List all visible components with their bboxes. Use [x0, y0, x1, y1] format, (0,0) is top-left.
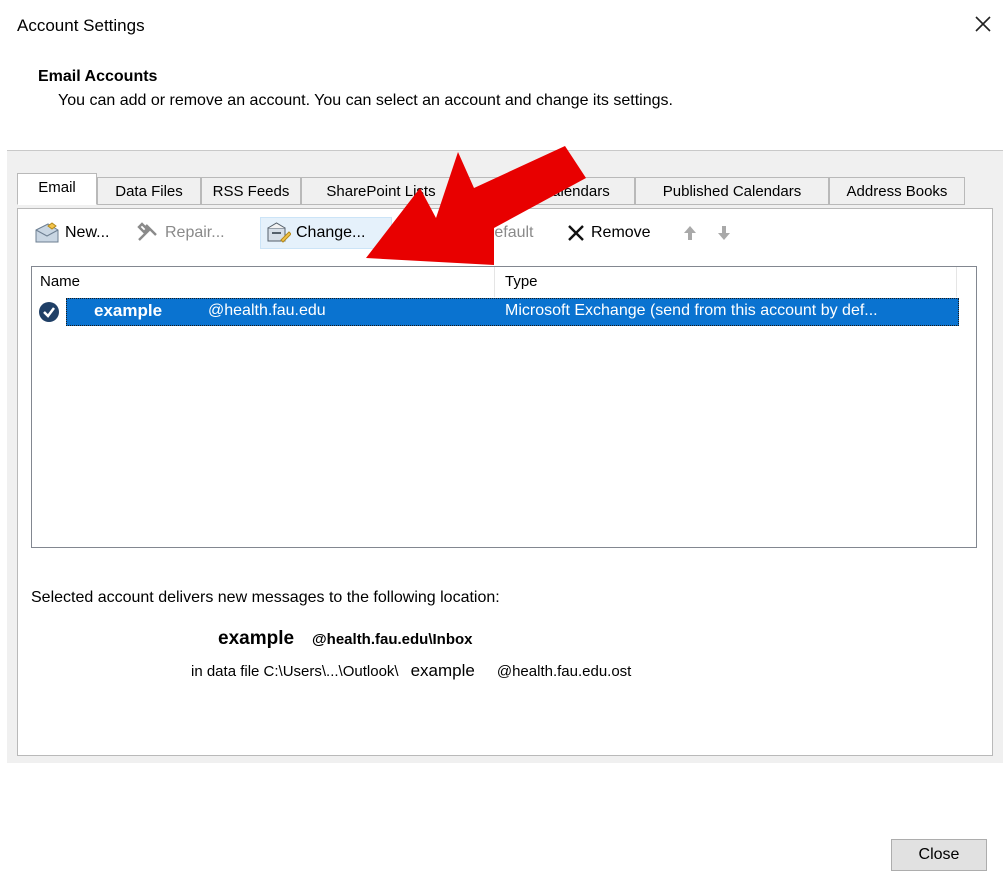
column-header-name[interactable]: Name [40, 273, 80, 290]
set-as-default-label: Set as Default [433, 224, 534, 241]
account-domain: @health.fau.edu [208, 302, 326, 319]
delivery-inbox: example @health.fau.edu\Inbox [218, 628, 473, 650]
column-divider[interactable] [494, 267, 495, 297]
remove-icon [568, 225, 584, 241]
tab-data-files[interactable]: Data Files [97, 177, 201, 205]
repair-button-label: Repair... [165, 224, 225, 241]
new-button[interactable]: New... [30, 217, 113, 249]
repair-button[interactable]: Repair... [132, 217, 229, 249]
column-header-type[interactable]: Type [505, 273, 538, 290]
arrow-up-icon [684, 226, 696, 240]
remove-button-label: Remove [591, 224, 651, 241]
change-button-label: Change... [296, 224, 366, 241]
set-as-default-button[interactable]: Set as Default [404, 217, 538, 249]
arrow-down-icon [718, 226, 730, 240]
inbox-account-name: example [218, 628, 295, 649]
datafile-name: example [410, 661, 475, 680]
section-description: You can add or remove an account. You ca… [58, 92, 673, 109]
default-account-check-icon [39, 302, 59, 322]
email-tab-panel: New... Repair... Change... Set as Defaul… [17, 208, 993, 871]
tab-email[interactable]: Email [17, 173, 97, 205]
column-divider-end [956, 267, 957, 297]
list-item[interactable]: example @health.fau.edu Microsoft Exchan… [36, 298, 959, 326]
inbox-path: @health.fau.edu\Inbox [312, 631, 473, 648]
tab-address-books[interactable]: Address Books [829, 177, 965, 205]
datafile-suffix: @health.fau.edu.ost [496, 663, 632, 680]
move-up-button[interactable] [678, 217, 702, 249]
delivery-caption: Selected account delivers new messages t… [31, 589, 500, 606]
account-type: Microsoft Exchange (send from this accou… [505, 302, 878, 319]
section-title: Email Accounts [38, 68, 158, 85]
datafile-prefix: in data file C:\Users\...\Outlook\ [191, 663, 399, 680]
new-account-icon [35, 222, 59, 243]
tab-published-calendars[interactable]: Published Calendars [635, 177, 829, 205]
list-header: Name Type [32, 267, 976, 297]
dialog-title: Account Settings [17, 16, 145, 35]
tab-internet-calendars[interactable]: Internet Calendars [461, 177, 635, 205]
account-name: example [94, 301, 163, 320]
move-down-button[interactable] [712, 217, 736, 249]
repair-icon [137, 222, 157, 241]
account-settings-panel: Email Data Files RSS Feeds SharePoint Li… [7, 150, 1003, 871]
close-icon[interactable] [970, 11, 996, 37]
change-button[interactable]: Change... [260, 217, 392, 249]
tab-rss-feeds[interactable]: RSS Feeds [201, 177, 301, 205]
tab-sharepoint-lists[interactable]: SharePoint Lists [301, 177, 461, 205]
delivery-datafile: in data file C:\Users\...\Outlook\ exampl… [191, 661, 631, 681]
remove-button[interactable]: Remove [562, 217, 655, 249]
new-button-label: New... [65, 224, 110, 241]
email-accounts-list[interactable]: Name Type example @health.fau.edu Micros… [31, 266, 977, 548]
set-default-icon [410, 225, 426, 241]
change-icon [267, 222, 291, 243]
close-button[interactable]: Close [891, 839, 987, 871]
